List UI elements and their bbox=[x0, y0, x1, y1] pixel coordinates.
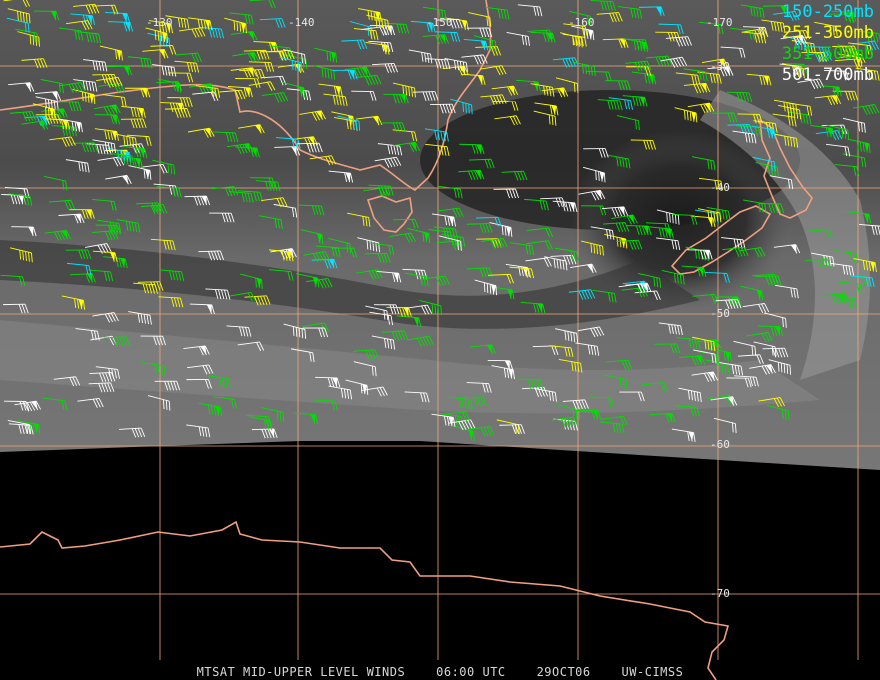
satellite-wind-map: -130 -140 -150 -160 -170 -30 -40 -50 -60… bbox=[0, 0, 880, 680]
image-caption: MTSAT MID-UPPER LEVEL WINDS 06:00 UTC 29… bbox=[0, 665, 880, 679]
legend-251-350: 251-350mb bbox=[781, 23, 874, 43]
lat-label: -30 bbox=[710, 60, 730, 73]
lat-label: -70 bbox=[710, 587, 730, 600]
caption-time: 06:00 UTC bbox=[436, 665, 506, 679]
legend-351-500: 351-500mb bbox=[781, 44, 874, 64]
lat-label: -60 bbox=[710, 438, 730, 451]
lat-label: -50 bbox=[710, 307, 730, 320]
pressure-legend: 150-250mb 251-350mb 351-500mb 501-700mb bbox=[782, 2, 874, 86]
lon-label: -140 bbox=[288, 16, 315, 29]
legend-150-250: 150-250mb bbox=[781, 2, 874, 22]
caption-product: MTSAT MID-UPPER LEVEL WINDS bbox=[196, 665, 406, 679]
caption-source: UW-CIMSS bbox=[621, 665, 684, 679]
lon-label: -150 bbox=[426, 16, 453, 29]
lat-label: -40 bbox=[710, 181, 730, 194]
lon-label: -160 bbox=[568, 16, 595, 29]
lon-label: -130 bbox=[146, 16, 173, 29]
legend-501-700: 501-700mb bbox=[781, 65, 874, 85]
caption-date: 29OCT06 bbox=[536, 665, 591, 679]
lon-label: -170 bbox=[706, 16, 733, 29]
